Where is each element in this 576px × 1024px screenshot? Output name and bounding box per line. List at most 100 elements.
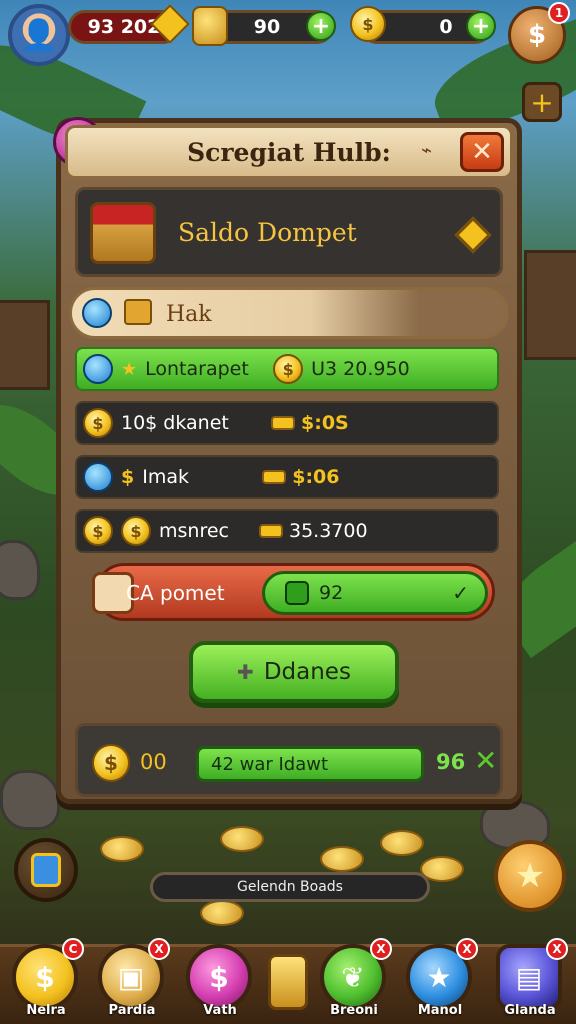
nav-label: Glanda bbox=[504, 1003, 556, 1018]
nav-item-nelra[interactable]: $ C Nelra bbox=[10, 938, 84, 1018]
nav-item-breoni[interactable]: ❦ X Breoni bbox=[318, 938, 392, 1018]
nav-label: Breoni bbox=[330, 1003, 378, 1018]
hut bbox=[524, 250, 576, 360]
progress-left-value: 00 bbox=[140, 750, 167, 774]
coin-icon: $ bbox=[83, 516, 113, 546]
player-avatar[interactable]: 👤 bbox=[8, 4, 70, 66]
ground-coin bbox=[320, 846, 364, 872]
bottom-navigation: $ C Nelra ▣ X Pardia $ Vath ❦ X Breoni ★… bbox=[0, 938, 576, 1024]
wallet-balance-label: Saldo Dompet bbox=[178, 218, 357, 247]
blue-orb-icon bbox=[83, 462, 113, 492]
nav-label: Pardia bbox=[108, 1003, 156, 1018]
close-icon: ✕ bbox=[471, 137, 493, 167]
rock bbox=[0, 770, 60, 830]
coins-value: 0 bbox=[439, 16, 453, 38]
confirm-button-label: Ddanes bbox=[263, 659, 351, 685]
nav-badge-text: X bbox=[376, 942, 386, 956]
pomet-label: CA pomet bbox=[126, 581, 225, 605]
nav-item-pardia[interactable]: ▣ X Pardia bbox=[96, 938, 170, 1018]
nav-label: Manol bbox=[417, 1003, 463, 1018]
nav-label: Vath bbox=[203, 1003, 237, 1018]
wallet-row[interactable]: $ $ msnrec 35.3700 bbox=[75, 509, 499, 553]
row-value: 35.3700 bbox=[289, 520, 368, 542]
pomet-row: CA pomet 92 ✓ bbox=[92, 563, 495, 621]
quest-button[interactable] bbox=[14, 838, 78, 902]
coin-icon: $ bbox=[83, 408, 113, 438]
search-bar-text: Gelendn Boads bbox=[237, 879, 343, 895]
coin-icon: $ bbox=[92, 744, 130, 782]
ground-coin bbox=[200, 900, 244, 926]
wallet-row[interactable]: $ Imak $:06 bbox=[75, 455, 499, 499]
wallet-row-selected[interactable]: ★ Lontarapet $ U3 20.950 bbox=[75, 347, 499, 391]
row-name: Imak bbox=[142, 466, 189, 488]
nav-badge-text: X bbox=[154, 942, 164, 956]
nav-label: Nelra bbox=[26, 1003, 66, 1018]
plus-icon: ✚ bbox=[237, 660, 254, 684]
nav-badge: X bbox=[148, 938, 170, 960]
shop-badge-count: 1 bbox=[554, 6, 564, 20]
link-icon: ⌁ bbox=[421, 140, 432, 161]
coin-stack-icon bbox=[271, 416, 295, 430]
progress-bar-text: 42 war Idawt bbox=[211, 753, 329, 775]
trophy-icon bbox=[268, 954, 308, 1010]
shop-notification-badge: 1 bbox=[548, 2, 570, 24]
star-icon: ★ bbox=[121, 358, 138, 380]
confirm-button[interactable]: ✚ Ddanes bbox=[189, 641, 399, 703]
wallet-row[interactable]: $ 10$ dkanet $:0S bbox=[75, 401, 499, 445]
favorites-button[interactable]: ★ bbox=[494, 840, 566, 912]
nav-badge-text: X bbox=[552, 942, 562, 956]
nav-badge-text: C bbox=[68, 942, 78, 956]
search-bar[interactable]: Gelendn Boads bbox=[150, 872, 430, 902]
gold-pot-icon bbox=[192, 6, 228, 46]
tab-label: Hak bbox=[166, 302, 212, 327]
check-icon: ✓ bbox=[452, 581, 469, 605]
potion-icon bbox=[31, 853, 61, 887]
close-x-icon[interactable]: ✕ bbox=[474, 744, 497, 777]
nav-badge: X bbox=[370, 938, 392, 960]
nav-item-vath[interactable]: $ Vath bbox=[184, 944, 256, 1018]
row-value: $:0S bbox=[301, 412, 349, 434]
money-bag-icon: $ bbox=[527, 20, 547, 50]
emerald-icon bbox=[285, 581, 309, 605]
ground-coin bbox=[380, 830, 424, 856]
blue-orb-icon bbox=[82, 298, 112, 328]
progress-bar: 42 war Idawt bbox=[196, 746, 424, 782]
pomet-amount-field[interactable]: 92 ✓ bbox=[262, 571, 488, 615]
nav-badge: X bbox=[546, 938, 568, 960]
row-value: $:06 bbox=[292, 466, 340, 488]
score-value: 93 202 bbox=[87, 16, 161, 38]
wallet-panel: $ Scregiat Hulb: ⌁ ✕ Saldo Dompet Hak ★ … bbox=[53, 117, 522, 804]
ground-coin bbox=[220, 826, 264, 852]
gold-value: 90 bbox=[253, 16, 281, 38]
coins-icon: $ bbox=[121, 466, 135, 488]
treasure-chest-icon bbox=[90, 202, 156, 264]
panel-title: Scregiat Hulb: bbox=[187, 138, 391, 167]
nav-item-manol[interactable]: ★ X Manol bbox=[404, 938, 478, 1018]
box-icon bbox=[124, 299, 152, 325]
hut bbox=[0, 300, 50, 390]
row-name: Lontarapet bbox=[145, 358, 249, 380]
coin-stack-icon bbox=[262, 470, 287, 484]
nav-item-glanda[interactable]: ▤ X Glanda bbox=[494, 938, 568, 1018]
progress-right-value: 96 bbox=[436, 750, 466, 774]
add-button[interactable]: + bbox=[522, 82, 562, 122]
nav-badge: X bbox=[456, 938, 478, 960]
row-value: U3 20.950 bbox=[311, 358, 410, 380]
progress-box: $ 00 42 war Idawt 96 ✕ bbox=[75, 723, 503, 797]
close-button[interactable]: ✕ bbox=[460, 132, 504, 172]
dollar-icon: $ bbox=[186, 944, 252, 1010]
coin-icon: $ bbox=[273, 354, 304, 384]
row-name: msnrec bbox=[159, 520, 229, 542]
coin-icon: $ bbox=[350, 6, 386, 42]
rock bbox=[0, 540, 40, 600]
diamond-icon bbox=[454, 216, 492, 254]
wallet-balance-card: Saldo Dompet bbox=[75, 187, 503, 277]
coin-icon: $ bbox=[121, 516, 151, 546]
add-coins-button[interactable]: + bbox=[466, 11, 496, 41]
panel-header: Scregiat Hulb: ⌁ ✕ bbox=[65, 125, 513, 179]
row-name: 10$ dkanet bbox=[121, 412, 229, 434]
star-icon: ★ bbox=[514, 856, 546, 896]
rights-tab[interactable]: Hak bbox=[69, 287, 509, 339]
nav-badge-text: X bbox=[462, 942, 472, 956]
add-gold-button[interactable]: + bbox=[306, 11, 336, 41]
